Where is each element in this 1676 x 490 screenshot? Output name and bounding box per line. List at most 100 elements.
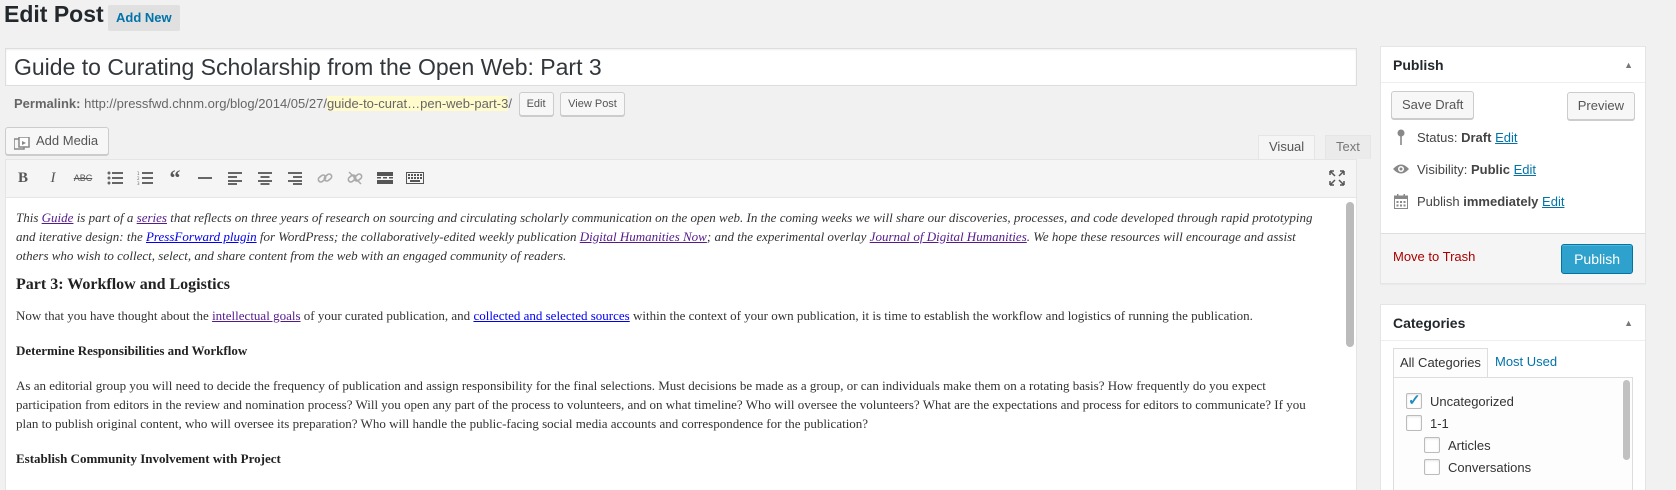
editor-content[interactable]: This Guide is part of a series that refl… [16, 208, 1331, 488]
intro-text-4: for WordPress; the collaboratively-edite… [256, 229, 580, 244]
edit-post-screen: Edit Post Add New Guide to Curating Scho… [0, 0, 1676, 490]
svg-text:3: 3 [137, 181, 140, 185]
categories-box-title: Categories [1393, 315, 1466, 331]
category-item-1-1[interactable]: 1-1 [1406, 413, 1449, 433]
publish-box-header[interactable]: Publish ▲ [1381, 47, 1645, 83]
visibility-text: Visibility: Public Edit [1417, 162, 1536, 177]
preview-button[interactable]: Preview [1566, 92, 1635, 120]
category-checklist: Uncategorized 1-1 Articles Conversations [1393, 377, 1633, 490]
calendar-icon [1393, 193, 1409, 209]
tab-visual[interactable]: Visual [1258, 135, 1316, 159]
category-label: Articles [1448, 437, 1491, 453]
bullet-list-icon[interactable] [102, 165, 128, 191]
page-title: Edit Post [4, 1, 104, 27]
strikethrough-icon[interactable]: ABC [70, 165, 96, 191]
add-new-button[interactable]: Add New [108, 5, 180, 31]
add-media-icon [13, 134, 30, 150]
numbered-list-icon[interactable]: 123 [132, 165, 158, 191]
edit-permalink-button[interactable]: Edit [518, 92, 554, 116]
tab-text[interactable]: Text [1325, 135, 1371, 159]
schedule-value: immediately [1463, 193, 1539, 209]
visibility-value: Public [1470, 161, 1510, 177]
publish-button[interactable]: Publish [1561, 244, 1633, 274]
remove-link-icon[interactable] [342, 165, 368, 191]
schedule-row: Publish immediately Edit [1393, 191, 1564, 211]
guide-link[interactable]: Guide [42, 210, 74, 225]
category-label: Uncategorized [1430, 393, 1514, 409]
save-draft-button[interactable]: Save Draft [1391, 91, 1475, 119]
publish-box: Publish ▲ Save Draft Preview Status: Dra… [1380, 46, 1646, 284]
add-media-button[interactable]: Add Media [5, 127, 110, 155]
intro-text-2: is part of a [73, 210, 137, 225]
permalink-label: Permalink: [14, 96, 81, 111]
toolbar-toggle-icon[interactable] [402, 165, 428, 191]
permalink-slug: guide-to-curat…pen-web-part-3 [326, 96, 509, 111]
category-checkbox[interactable] [1406, 415, 1422, 431]
schedule-label: Publish [1417, 193, 1460, 209]
status-label: Status: [1417, 129, 1458, 145]
intro-text-5: ; and the experimental overlay [706, 229, 870, 244]
pressforward-plugin-link[interactable]: PressForward plugin [146, 229, 257, 244]
category-checkbox[interactable] [1406, 391, 1422, 409]
post-title-input[interactable]: Guide to Curating Scholarship from the O… [5, 48, 1357, 86]
edit-schedule-link[interactable]: Edit [1542, 194, 1564, 209]
insert-link-icon[interactable] [312, 165, 338, 191]
categories-box-header[interactable]: Categories ▲ [1381, 305, 1645, 341]
intro-paragraph: This Guide is part of a series that refl… [16, 208, 1331, 265]
category-label: 1-1 [1430, 415, 1449, 431]
permalink-base: http://pressfwd.chnm.org/blog/2014/05/27… [84, 96, 327, 111]
collapse-caret-icon[interactable]: ▲ [1624, 47, 1633, 83]
intellectual-goals-link[interactable]: intellectual goals [212, 308, 300, 323]
align-center-icon[interactable] [252, 165, 278, 191]
publish-actions: Move to Trash Publish [1381, 233, 1645, 283]
para1-text-2: of your curated publication, and [300, 308, 474, 323]
collected-sources-link[interactable]: collected and selected sources [473, 308, 629, 323]
schedule-text: Publish immediately Edit [1417, 194, 1564, 209]
fullscreen-icon[interactable] [1324, 165, 1350, 191]
editor-scrollbar[interactable] [1346, 202, 1354, 347]
dh-now-link[interactable]: Digital Humanities Now [580, 229, 707, 244]
permalink-url[interactable]: http://pressfwd.chnm.org/blog/2014/05/27… [84, 96, 512, 111]
align-left-icon[interactable] [222, 165, 248, 191]
status-row: Status: Draft Edit [1393, 127, 1517, 147]
align-right-icon[interactable] [282, 165, 308, 191]
tab-most-used[interactable]: Most Used [1489, 348, 1563, 378]
edit-visibility-link[interactable]: Edit [1514, 162, 1536, 177]
category-item-uncategorized[interactable]: Uncategorized [1406, 391, 1514, 411]
category-label: Conversations [1448, 459, 1532, 475]
paragraph-2: As an editorial group you will need to d… [16, 378, 1306, 431]
post-editor: B I ABC 123 “ This Guide is part of a se… [5, 159, 1357, 490]
add-media-label: Add Media [36, 133, 99, 148]
bold-icon[interactable]: B [10, 165, 36, 191]
status-value: Draft [1461, 129, 1492, 145]
category-scrollbar[interactable] [1623, 380, 1630, 460]
tab-all-categories[interactable]: All Categories [1393, 348, 1488, 378]
permalink-trail: / [508, 96, 512, 111]
edit-status-link[interactable]: Edit [1495, 130, 1517, 145]
categories-box: Categories ▲ All Categories Most Used Un… [1380, 304, 1646, 490]
permalink-bar: Permalink: http://pressfwd.chnm.org/blog… [14, 92, 625, 116]
jdh-link[interactable]: Journal of Digital Humanities [870, 229, 1027, 244]
italic-icon[interactable]: I [40, 165, 66, 191]
para1-text-1: Now that you have thought about the [16, 308, 213, 323]
category-item-conversations[interactable]: Conversations [1424, 457, 1531, 477]
move-to-trash-link[interactable]: Move to Trash [1393, 249, 1475, 264]
status-text: Status: Draft Edit [1417, 130, 1517, 145]
category-checkbox[interactable] [1424, 437, 1440, 453]
intro-text-1: This [16, 210, 42, 225]
para1-text-3: within the context of your own publicati… [629, 308, 1253, 323]
eye-icon [1393, 161, 1409, 177]
category-item-articles[interactable]: Articles [1424, 435, 1491, 455]
view-post-button[interactable]: View Post [560, 92, 625, 116]
series-link[interactable]: series [137, 210, 167, 225]
blockquote-icon[interactable]: “ [162, 165, 188, 191]
read-more-icon[interactable] [372, 165, 398, 191]
visibility-row: Visibility: Public Edit [1393, 159, 1536, 179]
editor-toolbar: B I ABC 123 “ [6, 160, 1356, 198]
horizontal-rule-icon[interactable] [192, 165, 218, 191]
pin-icon [1393, 129, 1409, 145]
paragraph-1: Now that you have thought about the inte… [16, 306, 1331, 325]
categories-collapse-caret-icon[interactable]: ▲ [1624, 305, 1633, 341]
visibility-label: Visibility: [1417, 161, 1468, 177]
category-checkbox[interactable] [1424, 459, 1440, 475]
